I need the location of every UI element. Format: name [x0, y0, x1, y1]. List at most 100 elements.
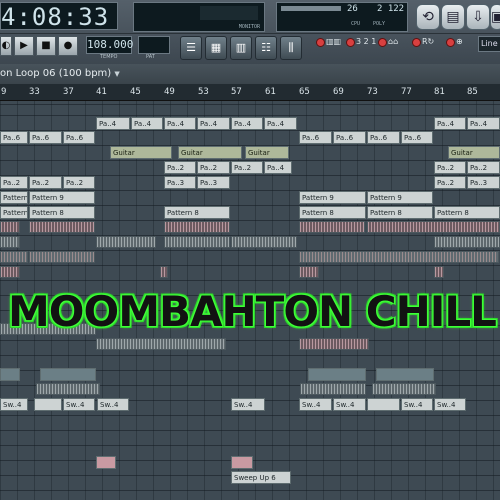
pattern-clip[interactable]: Pa..6 [0, 131, 28, 144]
audio-clip[interactable] [0, 221, 20, 233]
pattern-clip[interactable]: Pattern 9 [29, 191, 95, 204]
wait-toggle-icon[interactable] [346, 38, 355, 47]
audio-clip[interactable] [0, 251, 28, 263]
pattern-clip[interactable]: Pa..3 [467, 176, 500, 189]
audio-clip[interactable] [299, 338, 369, 350]
guitar-clip[interactable]: Guitar [245, 146, 289, 159]
tempo-display[interactable]: 108.000 [86, 36, 133, 54]
blend-toggle-icon[interactable] [412, 38, 421, 47]
pattern-clip[interactable]: Sw..4 [0, 398, 28, 411]
pattern-clip[interactable]: Pa..6 [367, 131, 400, 144]
pattern-clip[interactable]: Pattern 8 [164, 206, 230, 219]
song-time-display[interactable]: 4:08:33 [0, 2, 118, 31]
stop-button[interactable]: ■ [36, 36, 56, 56]
undo-button[interactable]: ⟲ [416, 4, 440, 30]
pattern-clip[interactable]: Pa..4 [231, 117, 263, 130]
pattern-clip[interactable]: Pa..4 [197, 117, 230, 130]
pattern-clip[interactable]: Pa..6 [401, 131, 433, 144]
playlist-icon[interactable]: ☰ [180, 36, 202, 60]
audio-clip[interactable] [96, 236, 156, 248]
pattern-clip[interactable]: Pa..3 [197, 176, 230, 189]
save-button[interactable]: ▤ [441, 4, 465, 30]
audio-clip[interactable] [372, 383, 436, 395]
guitar-clip[interactable]: Guitar [448, 146, 500, 159]
audio-clip[interactable] [36, 383, 100, 395]
export-button[interactable]: ⇩ [466, 4, 490, 30]
pattern-clip[interactable]: Pattern 8 [29, 206, 95, 219]
audio-clip[interactable] [164, 221, 230, 233]
pattern-clip[interactable] [40, 368, 96, 381]
pattern-clip[interactable]: Sw..4 [63, 398, 95, 411]
pattern-song-switch[interactable]: ◐ [0, 36, 12, 56]
render-button[interactable]: ▣ [490, 4, 500, 30]
pattern-clip[interactable]: Pattern 9 [299, 191, 366, 204]
pattern-clip[interactable]: Pa..6 [333, 131, 366, 144]
timeline-ruler[interactable] [0, 84, 500, 101]
guitar-clip[interactable]: Guitar [110, 146, 172, 159]
pattern-clip[interactable]: Pattern 8 [367, 206, 433, 219]
pattern-selector[interactable] [138, 36, 170, 54]
audio-clip[interactable] [299, 266, 319, 278]
step-sequencer-icon[interactable]: ▦ [205, 36, 227, 60]
pattern-clip[interactable]: Pa..2 [29, 176, 62, 189]
pattern-clip[interactable]: Pa..6 [63, 131, 95, 144]
pattern-clip[interactable]: Pa..4 [264, 161, 292, 174]
pattern-clip[interactable]: Sw..4 [401, 398, 433, 411]
pattern-clip[interactable] [96, 456, 116, 469]
pattern-clip[interactable]: Sw..4 [333, 398, 366, 411]
audio-clip[interactable] [29, 221, 95, 233]
pattern-clip[interactable]: Pa..2 [467, 161, 500, 174]
pattern-clip[interactable]: Pa..4 [164, 117, 196, 130]
audio-clip[interactable] [160, 266, 168, 278]
pattern-clip[interactable]: Pattern 8 [0, 206, 28, 219]
pattern-clip[interactable] [376, 368, 434, 381]
audio-clip[interactable] [299, 221, 365, 233]
pattern-clip[interactable] [0, 368, 20, 381]
pattern-clip[interactable]: Pa..2 [63, 176, 95, 189]
pattern-clip[interactable]: Sw..4 [434, 398, 466, 411]
piano-roll-icon[interactable]: ▥ [230, 36, 252, 60]
pattern-clip[interactable] [308, 368, 366, 381]
pattern-clip[interactable] [367, 398, 400, 411]
pattern-clip[interactable]: Pattern 8 [434, 206, 500, 219]
audio-clip[interactable] [434, 236, 500, 248]
guitar-clip[interactable]: Guitar [178, 146, 242, 159]
pattern-clip[interactable]: Pa..4 [434, 117, 466, 130]
audio-clip[interactable] [0, 236, 20, 248]
audio-clip[interactable] [164, 236, 230, 248]
pattern-clip[interactable]: Pattern 9 [367, 191, 433, 204]
audio-clip[interactable] [299, 251, 499, 263]
audio-clip[interactable] [231, 236, 297, 248]
pattern-clip[interactable]: Pa..2 [231, 161, 263, 174]
loop-record-toggle-icon[interactable] [446, 38, 455, 47]
pattern-clip[interactable]: Pattern 9 [0, 191, 28, 204]
audio-clip[interactable] [367, 221, 500, 233]
pattern-clip[interactable]: Sw..4 [299, 398, 332, 411]
pattern-clip[interactable]: Pa..6 [29, 131, 62, 144]
metronome-toggle-icon[interactable] [316, 38, 325, 47]
pattern-clip[interactable]: Pa..4 [131, 117, 163, 130]
audio-clip[interactable] [434, 266, 444, 278]
pattern-clip[interactable]: Pa..2 [164, 161, 196, 174]
pattern-clip[interactable] [231, 456, 253, 469]
chevron-down-icon[interactable]: ▼ [114, 70, 119, 78]
pattern-clip[interactable]: Pa..2 [434, 176, 466, 189]
browser-icon[interactable]: ☷ [255, 36, 277, 60]
play-button[interactable]: ▶ [14, 36, 34, 56]
audio-clip[interactable] [0, 266, 20, 278]
pattern-clip[interactable]: Pa..6 [299, 131, 332, 144]
pattern-clip[interactable]: Pa..4 [467, 117, 500, 130]
pattern-clip[interactable]: Pattern 8 [299, 206, 366, 219]
mixer-icon[interactable]: ⫼ [280, 36, 302, 60]
snap-mode-select[interactable]: Line [478, 36, 500, 52]
sweep-clip[interactable]: Sweep Up 6 [231, 471, 291, 484]
step-edit-toggle-icon[interactable] [378, 38, 387, 47]
pattern-clip[interactable]: Pa..4 [96, 117, 130, 130]
pattern-clip[interactable]: Pa..4 [264, 117, 297, 130]
playlist-title[interactable]: on Loop 06 (100 bpm) ▼ [0, 64, 500, 84]
pattern-clip[interactable]: Pa..3 [164, 176, 196, 189]
record-button[interactable]: ● [58, 36, 78, 56]
pattern-clip[interactable]: Pa..2 [0, 176, 28, 189]
pattern-clip[interactable]: Pa..2 [434, 161, 466, 174]
pattern-clip[interactable]: Pa..2 [197, 161, 230, 174]
